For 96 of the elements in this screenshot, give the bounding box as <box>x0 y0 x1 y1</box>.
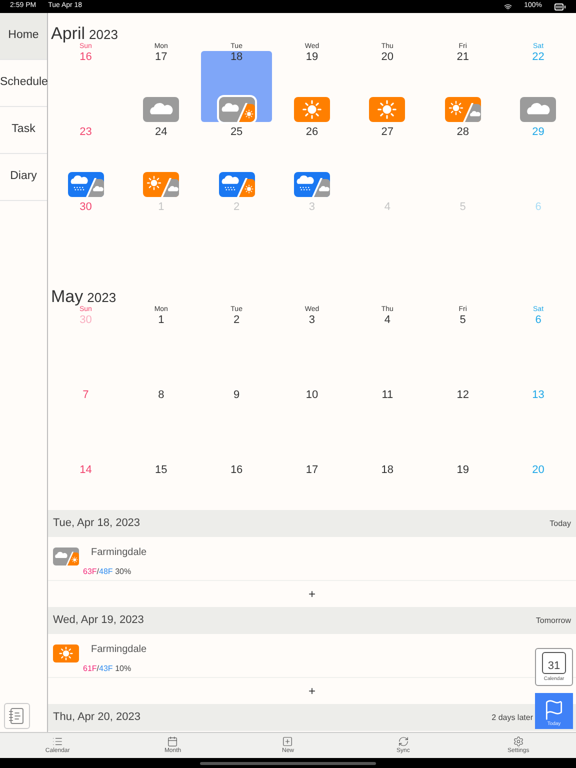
flag-icon <box>543 698 565 720</box>
day-number: 5 <box>460 201 466 214</box>
day-number: 1 <box>158 314 164 327</box>
day-cell[interactable]: 17 <box>126 51 197 122</box>
day-number: 2 <box>234 201 240 214</box>
day-cell[interactable]: 12 <box>427 389 498 460</box>
day-number: 30 <box>80 314 92 327</box>
day-number: 23 <box>80 126 92 139</box>
day-number: 11 <box>382 389 394 402</box>
day-number: 20 <box>532 464 544 477</box>
day-cell[interactable]: 21 <box>427 51 498 122</box>
day-cell[interactable]: 27 <box>352 126 423 197</box>
weather-entry[interactable]: Farmingdale 63F/48F 30% <box>48 537 576 581</box>
temperature-text: 61F/43F 10% <box>83 663 132 675</box>
day-number: 18 <box>230 51 243 64</box>
day-number: 24 <box>155 126 168 139</box>
day-number: 3 <box>308 201 316 214</box>
day-cell[interactable]: 25 <box>201 126 272 197</box>
calendar-day-number: 31 <box>548 659 560 673</box>
wifi-icon <box>504 2 512 10</box>
sidebar-item[interactable]: Task <box>0 107 47 154</box>
selected-day-cell[interactable]: 18 <box>201 51 272 122</box>
temperature-text: 63F/48F 30% <box>83 566 132 578</box>
day-number: 4 <box>384 201 390 214</box>
day-number: 19 <box>456 464 469 477</box>
day-cell[interactable]: 2 <box>201 314 272 385</box>
day-number: 28 <box>456 126 469 139</box>
day-number: 1 <box>158 201 164 214</box>
sidebar-item[interactable]: Diary <box>0 154 47 201</box>
day-number: 12 <box>456 389 469 402</box>
day-number: 15 <box>155 464 168 477</box>
day-cell[interactable]: 26 <box>276 126 348 197</box>
location-label: Farmingdale <box>91 643 147 657</box>
day-number: 16 <box>80 51 92 64</box>
day-number: 29 <box>532 126 544 139</box>
day-number: 30 <box>80 201 92 214</box>
day-cell[interactable]: 11 <box>352 389 423 460</box>
day-cell[interactable]: 20 <box>352 51 423 122</box>
date-label: Thu, Apr 20, 2023 <box>53 710 140 726</box>
day-number: 6 <box>535 201 542 214</box>
day-number: 8 <box>158 389 164 402</box>
day-cell[interactable]: 8 <box>126 389 197 460</box>
add-button[interactable]: + <box>300 682 324 700</box>
year-label: 2023 <box>89 26 118 43</box>
day-number: 18 <box>381 464 394 477</box>
notebook-icon <box>8 707 26 725</box>
day-number: 14 <box>80 464 92 477</box>
battery-icon <box>554 0 566 12</box>
relative-day-label: Tomorrow <box>536 614 571 626</box>
day-number: 19 <box>306 51 318 64</box>
day-number: 27 <box>381 126 394 139</box>
day-cell[interactable]: 19 <box>427 464 498 500</box>
day-number: 5 <box>460 314 466 327</box>
day-cell[interactable]: 1 <box>126 314 197 385</box>
day-number: 26 <box>306 126 318 139</box>
day-cell[interactable]: 9 <box>201 389 272 460</box>
day-number: 13 <box>532 389 544 402</box>
location-label: Farmingdale <box>91 546 147 560</box>
day-number: 3 <box>308 314 316 327</box>
date-label: Tue, Apr 18, 2023 <box>53 516 140 532</box>
day-cell[interactable]: 19 <box>276 51 348 122</box>
day-cell[interactable]: 10 <box>276 389 348 460</box>
day-number: 17 <box>155 51 168 64</box>
day-cell[interactable]: 17 <box>276 464 348 500</box>
day-cell[interactable]: 3 <box>276 314 348 385</box>
day-cell[interactable]: 16 <box>201 464 272 500</box>
day-number: 20 <box>381 51 394 64</box>
day-number: 2 <box>234 314 240 327</box>
date-label: Wed, Apr 19, 2023 <box>53 613 144 628</box>
day-number: 21 <box>456 51 469 64</box>
day-number: 10 <box>306 389 318 402</box>
day-cell[interactable]: 18 <box>352 464 423 500</box>
day-number: 25 <box>230 126 243 139</box>
settings-icon <box>512 736 524 747</box>
day-number: 7 <box>82 389 89 402</box>
day-number: 16 <box>230 464 243 477</box>
list-view-button[interactable] <box>4 703 30 729</box>
relative-day-label: 2 days later <box>492 712 533 724</box>
day-cell[interactable]: 24 <box>126 126 197 197</box>
add-button[interactable]: + <box>300 585 324 603</box>
day-cell[interactable]: 4 <box>352 314 423 385</box>
sidebar-item[interactable]: Schedule <box>0 60 47 107</box>
day-number: 4 <box>384 314 390 327</box>
relative-day-label: Today <box>550 518 571 530</box>
day-number: 9 <box>234 389 240 402</box>
day-number: 17 <box>306 464 318 477</box>
sidebar-item[interactable]: Home <box>0 13 47 60</box>
calendar-icon <box>167 736 178 747</box>
sync-icon <box>398 736 409 747</box>
day-cell[interactable]: 28 <box>427 126 498 197</box>
day-number: 22 <box>532 51 544 64</box>
plus-square-icon <box>282 736 294 747</box>
day-number: 6 <box>535 314 542 327</box>
day-cell[interactable]: 15 <box>126 464 197 500</box>
year-label: 2023 <box>87 289 116 306</box>
day-cell[interactable]: 5 <box>427 314 498 385</box>
